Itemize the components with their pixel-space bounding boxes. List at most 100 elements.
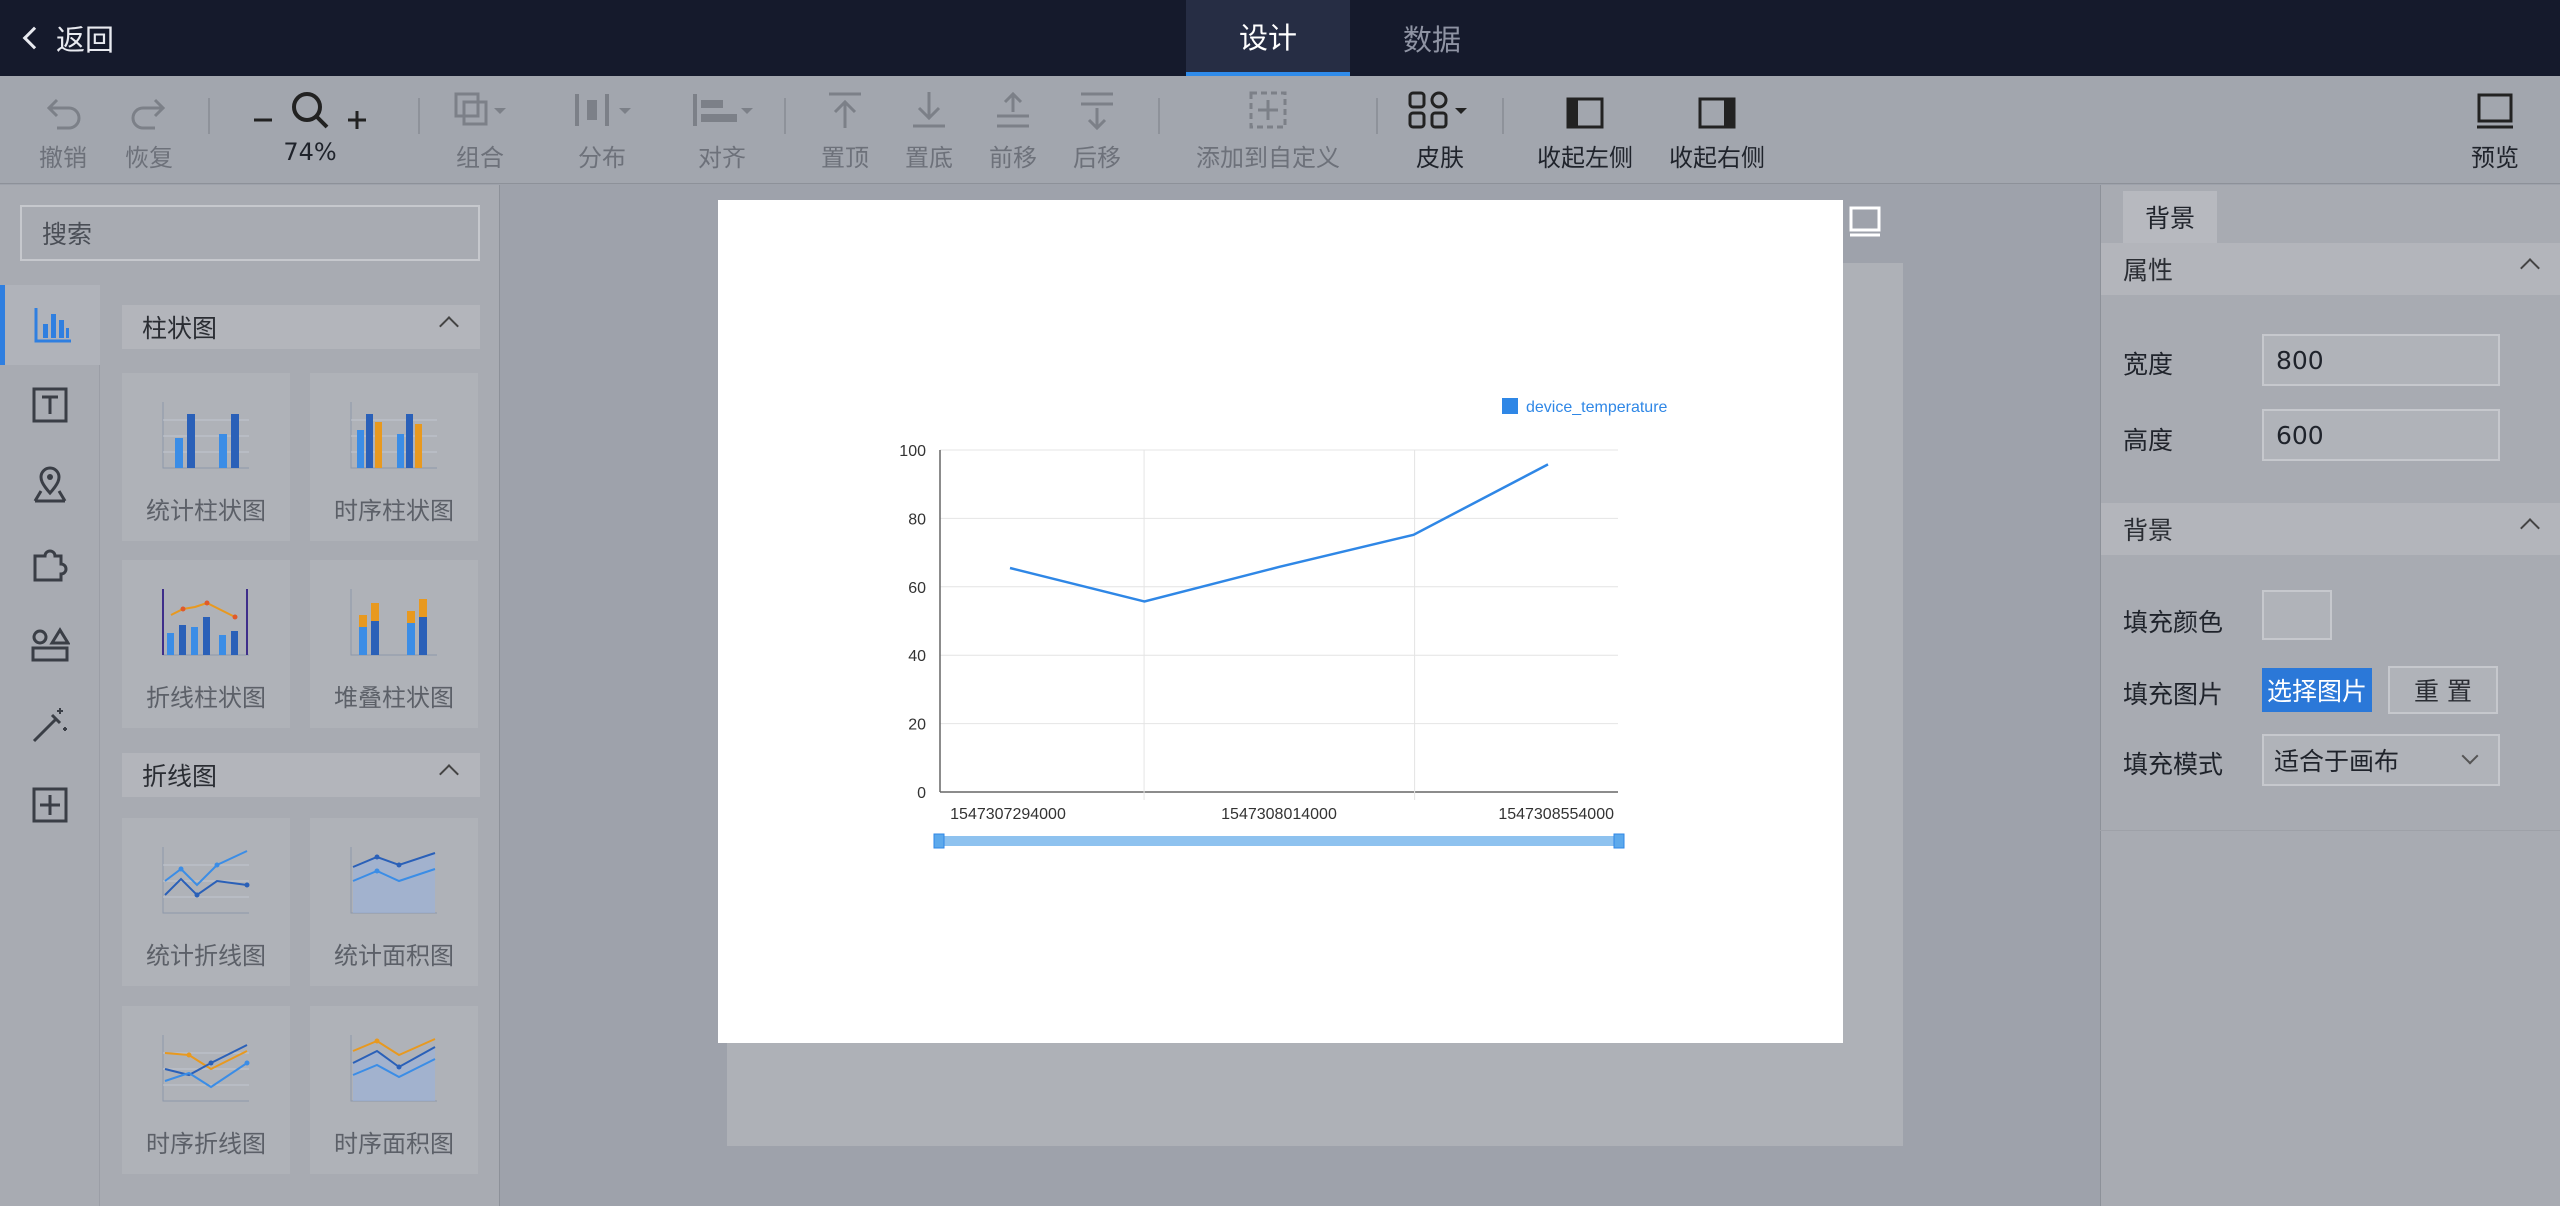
fill-mode-select[interactable]: 适合于画布 — [2262, 734, 2500, 786]
stat-area-card[interactable]: 统计面积图 — [310, 818, 478, 986]
group-button[interactable]: 组合 — [440, 76, 520, 184]
align-label: 对齐 — [698, 144, 746, 172]
align-button[interactable]: 对齐 — [682, 76, 762, 184]
height-label: 高度 — [2123, 426, 2174, 455]
add-to-custom-button[interactable]: 添加到自定义 — [1188, 76, 1348, 184]
width-input[interactable]: 800 — [2262, 334, 2500, 386]
separator — [418, 98, 420, 134]
bring-to-top-label: 置顶 — [821, 144, 869, 172]
time-line-card[interactable]: 时序折线图 — [122, 1006, 290, 1174]
fill-color-swatch[interactable] — [2262, 590, 2332, 640]
height-input[interactable]: 600 — [2262, 409, 2500, 461]
time-area-label: 时序面积图 — [334, 1130, 454, 1158]
move-backward-button[interactable]: 后移 — [1062, 76, 1132, 184]
bring-to-top-button[interactable]: 置顶 — [810, 76, 880, 184]
back-button[interactable]: 返回 — [18, 0, 114, 76]
category-tools[interactable] — [0, 685, 100, 765]
category-plugin[interactable] — [0, 525, 100, 605]
tab-design[interactable]: 设计 — [1186, 0, 1350, 76]
datazoom-handle-right — [1613, 833, 1625, 849]
fill-image-label: 填充图片 — [2123, 680, 2224, 709]
chevron-up-icon — [2520, 518, 2540, 538]
skin-label: 皮肤 — [1416, 144, 1464, 172]
stat-area-thumbnail — [350, 847, 437, 914]
y-tick-label: 20 — [908, 717, 926, 734]
background-section[interactable]: 背景 — [2101, 503, 2560, 555]
choose-image-button[interactable]: 选择图片 — [2262, 668, 2372, 712]
redo-button[interactable]: 恢复 — [114, 76, 184, 184]
collapse-left-button[interactable]: 收起左侧 — [1530, 76, 1640, 184]
preview-button[interactable]: 预览 — [2460, 76, 2530, 184]
bar-chart-section[interactable]: 柱状图 — [122, 305, 480, 349]
time-bar-card[interactable]: 时序柱状图 — [310, 373, 478, 541]
search-input[interactable]: 搜索 — [20, 205, 480, 261]
stat-bar-card[interactable]: 统计柱状图 — [122, 373, 290, 541]
collapse-left-icon — [1566, 97, 1604, 129]
legend-label: device_temperature — [1526, 399, 1668, 416]
attributes-section[interactable]: 属性 — [2101, 243, 2560, 295]
stat-bar-label: 统计柱状图 — [146, 497, 266, 525]
move-forward-button[interactable]: 前移 — [978, 76, 1048, 184]
send-to-bottom-button[interactable]: 置底 — [894, 76, 964, 184]
design-canvas[interactable]: 0 20 40 60 80 100 1547307294000 1547308014000 15… — [718, 200, 1843, 1043]
y-tick-label: 80 — [908, 511, 926, 528]
puzzle-icon — [33, 549, 68, 582]
separator — [1376, 98, 1378, 134]
collapse-right-button[interactable]: 收起右侧 — [1662, 76, 1772, 184]
x-tick-label: 1547308554000 — [1498, 806, 1614, 823]
toolbar: 撤销 恢复 74% 组合 分布 对齐 置顶 置底 前移 后移 添加到自定义 皮肤… — [0, 76, 2560, 184]
canvas-monitor-icon[interactable] — [1848, 206, 1882, 238]
datazoom-bar — [936, 836, 1622, 846]
bar-chart-icon — [34, 308, 71, 343]
redo-label: 恢复 — [125, 144, 173, 172]
reset-button[interactable]: 重 置 — [2388, 666, 2498, 714]
distribute-button[interactable]: 分布 — [562, 76, 642, 184]
stack-bar-label: 堆叠柱状图 — [334, 684, 454, 712]
zoom-in-icon[interactable] — [346, 108, 368, 130]
y-tick-label: 100 — [899, 443, 926, 460]
separator — [784, 98, 786, 134]
distribute-label: 分布 — [578, 144, 626, 172]
component-panel: 搜索 柱状图 统计柱状图 时序柱状图 折线柱状图 堆叠柱状图 折线图 统计折线图… — [0, 185, 500, 1206]
chevron-left-icon — [22, 26, 46, 50]
collapse-left-label: 收起左侧 — [1537, 144, 1633, 172]
stat-line-card[interactable]: 统计折线图 — [122, 818, 290, 986]
line-chart[interactable]: 0 20 40 60 80 100 1547307294000 1547308014000 15… — [718, 200, 1843, 1043]
move-forward-icon — [997, 91, 1029, 128]
search-icon[interactable] — [290, 90, 330, 130]
top-bar: 返回 设计 数据 — [0, 0, 2560, 76]
time-area-thumbnail — [350, 1035, 437, 1102]
shapes-icon — [31, 627, 70, 662]
chevron-up-icon — [2520, 258, 2540, 278]
category-chart[interactable] — [0, 285, 100, 365]
skin-button[interactable]: 皮肤 — [1400, 76, 1480, 184]
undo-label: 撤销 — [39, 144, 87, 172]
y-tick-label: 40 — [908, 648, 926, 665]
align-left-icon — [693, 94, 753, 126]
undo-icon — [46, 98, 81, 130]
line-bar-card[interactable]: 折线柱状图 — [122, 560, 290, 728]
category-custom[interactable] — [0, 765, 100, 845]
zoom-level: 74% — [283, 138, 337, 166]
line-bar-thumbnail — [162, 589, 249, 656]
undo-button[interactable]: 撤销 — [28, 76, 98, 184]
category-text[interactable] — [0, 365, 100, 445]
add-to-custom-label: 添加到自定义 — [1196, 144, 1340, 172]
width-label: 宽度 — [2123, 350, 2174, 379]
move-backward-icon — [1081, 92, 1113, 130]
category-shapes[interactable] — [0, 605, 100, 685]
tab-data[interactable]: 数据 — [1350, 0, 1514, 76]
stat-area-label: 统计面积图 — [334, 942, 454, 970]
category-map[interactable] — [0, 445, 100, 525]
collapse-right-icon — [1698, 97, 1736, 129]
group-icon — [454, 92, 506, 126]
time-area-card[interactable]: 时序面积图 — [310, 1006, 478, 1174]
bring-to-top-icon — [829, 92, 861, 128]
zoom-out-icon[interactable] — [252, 108, 274, 130]
line-chart-section[interactable]: 折线图 — [122, 753, 480, 797]
tab-background[interactable]: 背景 — [2123, 191, 2217, 243]
stat-line-thumbnail — [162, 847, 250, 914]
text-box-icon — [32, 387, 68, 423]
fill-mode-label: 填充模式 — [2123, 750, 2224, 779]
stack-bar-card[interactable]: 堆叠柱状图 — [310, 560, 478, 728]
